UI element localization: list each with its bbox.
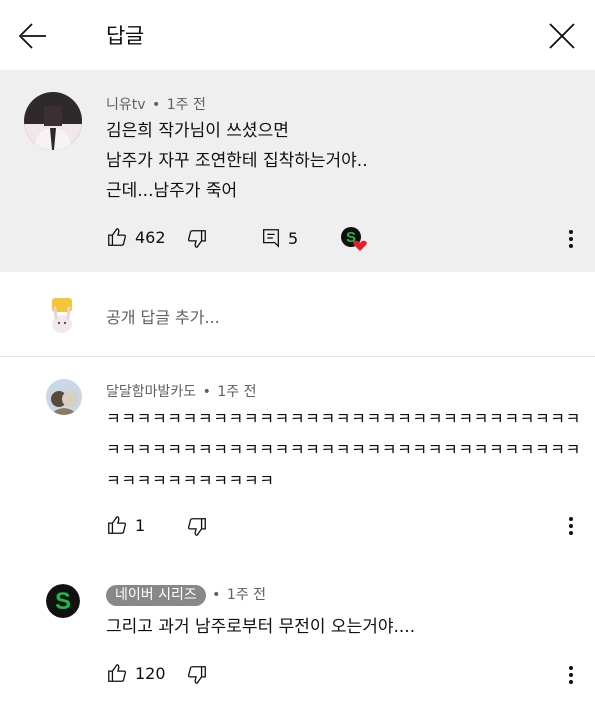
back-button[interactable] <box>14 18 54 54</box>
comment-line: ㅋㅋㅋㅋㅋㅋㅋㅋㅋㅋㅋㅋㅋㅋㅋㅋㅋㅋㅋㅋㅋㅋㅋㅋㅋㅋㅋㅋㅋㅋㅋ <box>106 440 581 459</box>
like-count: 462 <box>135 227 166 247</box>
user-avatar-image <box>46 379 82 415</box>
comment-time: 1주 전 <box>166 97 206 113</box>
author-name[interactable]: 니유tv <box>106 97 146 113</box>
comment-meta: 네이버 시리즈 • 1주 전 <box>106 584 266 606</box>
like-count: 1 <box>135 515 146 535</box>
parent-comment: 니유tv • 1주 전 김은희 작가님이 쓰셨으면남주가 자꾸 조연한테 집착하… <box>0 70 595 272</box>
thumbs-down-icon <box>187 230 206 248</box>
thumbs-up-icon <box>108 228 127 246</box>
close-icon <box>549 23 575 49</box>
add-reply-row: 공개 답글 추가... <box>0 272 595 357</box>
reply-input[interactable]: 공개 답글 추가... <box>106 304 220 328</box>
avatar <box>46 296 80 334</box>
comment-line: 근데...남주가 죽어 <box>106 181 238 201</box>
close-button[interactable] <box>542 16 582 56</box>
my-avatar-image <box>52 298 72 333</box>
page-title: 답글 <box>106 24 144 48</box>
comment-line: 그리고 과거 남주로부터 무전이 오는거야.... <box>106 617 416 637</box>
series-avatar-image: S <box>46 584 80 618</box>
reply-comment: 달달함마발카도 • 1주 전 ㅋㅋㅋㅋㅋㅋㅋㅋㅋㅋㅋㅋㅋㅋㅋㅋㅋㅋㅋㅋㅋㅋㅋㅋㅋ… <box>0 357 595 557</box>
dislike-button[interactable] <box>186 664 208 686</box>
comment-line: ㅋㅋㅋㅋㅋㅋㅋㅋㅋㅋㅋㅋㅋㅋㅋㅋㅋㅋㅋㅋㅋㅋㅋㅋㅋㅋㅋㅋㅋㅋㅋ <box>106 409 581 428</box>
reply-count: 5 <box>288 228 299 248</box>
creator-heart: S <box>340 226 368 252</box>
more-options-button[interactable] <box>559 660 583 690</box>
more-options-button[interactable] <box>559 511 583 541</box>
comment-body: 김은희 작가님이 쓰셨으면남주가 자꾸 조연한테 집착하는거야.. 근데...남주… <box>106 116 368 206</box>
like-button[interactable]: 462 <box>106 226 166 248</box>
thumbs-up-icon <box>108 664 127 682</box>
comment-time: 1주 전 <box>217 384 257 400</box>
dislike-button[interactable] <box>186 516 208 538</box>
more-options-button[interactable] <box>559 224 583 254</box>
like-count: 120 <box>135 663 166 683</box>
replies-header: 답글 <box>0 0 595 70</box>
avatar[interactable] <box>46 379 82 415</box>
comment-body: 그리고 과거 남주로부터 무전이 오는거야.... <box>106 612 415 642</box>
comment-line: 남주가 자꾸 조연한테 집착하는거야.. <box>106 151 368 171</box>
comment-line: ㅋㅋㅋㅋㅋㅋㅋㅋㅋㅋㅋ <box>106 471 275 490</box>
author-name[interactable]: 달달함마발카도 <box>106 384 196 400</box>
creator-badge[interactable]: 네이버 시리즈 <box>106 585 206 606</box>
comment-meta: 니유tv • 1주 전 <box>106 94 206 114</box>
more-vert-icon <box>569 230 573 248</box>
dislike-button[interactable] <box>186 228 208 250</box>
meta-separator: • <box>147 97 165 113</box>
like-button[interactable]: 1 <box>106 514 145 536</box>
like-button[interactable]: 120 <box>106 662 166 684</box>
comment-meta: 달달함마발카도 • 1주 전 <box>106 381 256 401</box>
comment-line: 김은희 작가님이 쓰셨으면 <box>106 121 289 141</box>
svg-text:S: S <box>55 588 71 615</box>
comment-time: 1주 전 <box>226 587 267 603</box>
reply-count-button[interactable]: 5 <box>260 227 298 249</box>
back-arrow-icon <box>18 23 46 49</box>
thumbs-down-icon <box>187 518 206 536</box>
more-vert-icon <box>569 517 573 535</box>
thumbs-down-icon <box>187 666 206 684</box>
more-vert-icon <box>569 666 573 684</box>
comment-body: ㅋㅋㅋㅋㅋㅋㅋㅋㅋㅋㅋㅋㅋㅋㅋㅋㅋㅋㅋㅋㅋㅋㅋㅋㅋㅋㅋㅋㅋㅋㅋ ㅋㅋㅋㅋㅋㅋㅋㅋㅋ… <box>106 403 581 496</box>
avatar[interactable]: S <box>46 584 80 618</box>
avatar[interactable] <box>24 92 82 150</box>
reply-comment: S 네이버 시리즈 • 1주 전 그리고 과거 남주로부터 무전이 오는거야..… <box>0 560 595 720</box>
thumbs-up-icon <box>108 516 127 534</box>
meta-separator: • <box>207 587 225 603</box>
user-avatar-image <box>24 92 82 150</box>
meta-separator: • <box>198 384 216 400</box>
creator-heart-icon: S <box>341 227 367 251</box>
comment-icon <box>263 229 279 248</box>
